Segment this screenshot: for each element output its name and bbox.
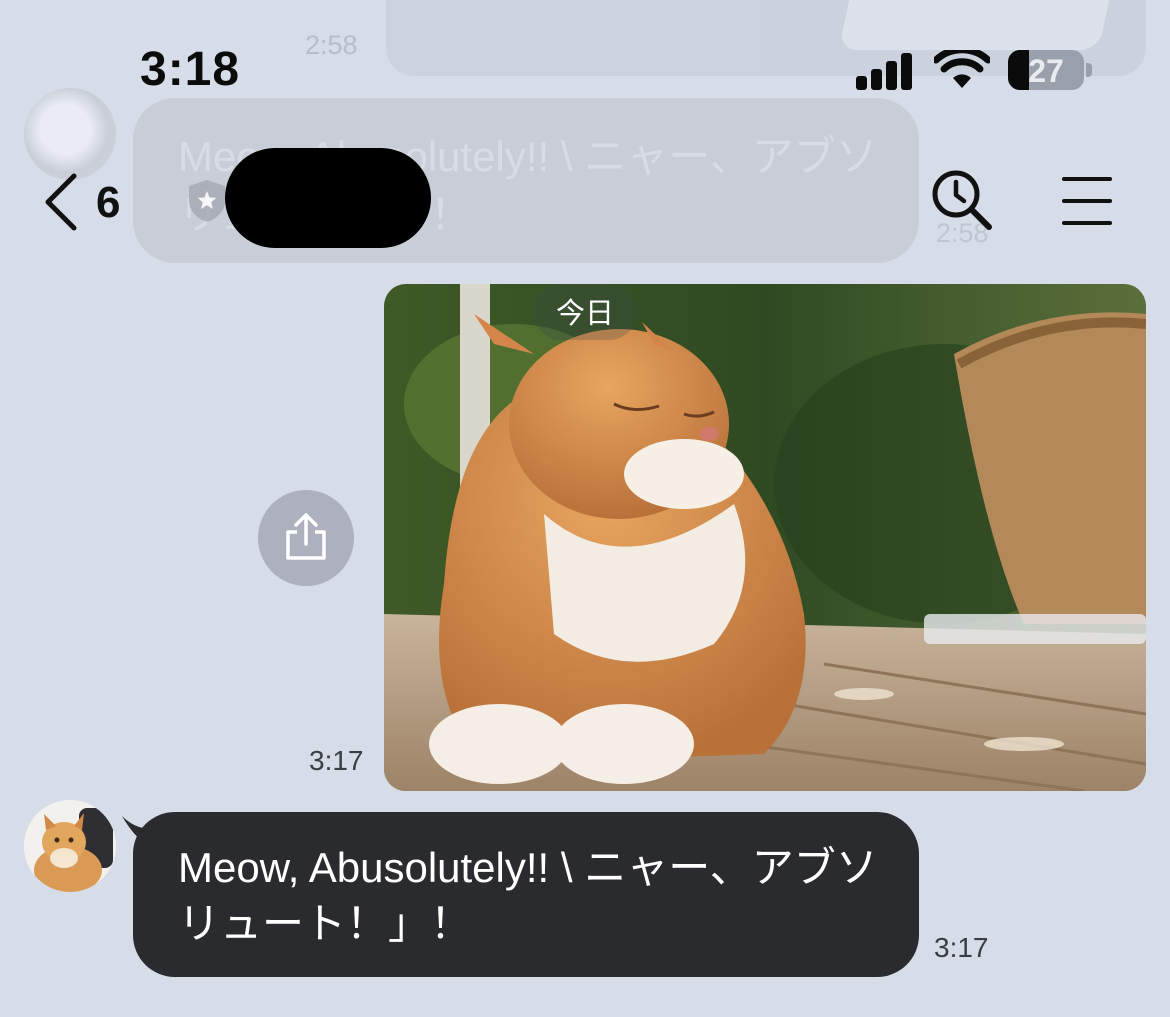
sender-avatar[interactable] <box>24 800 116 892</box>
back-chevron-icon <box>45 173 77 231</box>
image-message-time: 3:17 <box>309 745 364 776</box>
shield-star-icon <box>189 180 225 222</box>
chat-title-redacted <box>225 148 431 248</box>
hamburger-menu-icon[interactable] <box>1060 174 1114 228</box>
battery-tip <box>1086 63 1092 77</box>
share-button[interactable] <box>258 490 354 586</box>
cat-photo-message[interactable] <box>384 284 1146 791</box>
previous-avatar <box>24 88 116 180</box>
unread-count: 6 <box>96 178 121 227</box>
date-separator: 今日 <box>533 284 637 340</box>
battery-level: 27 <box>1028 53 1064 89</box>
incoming-message-text: Meow, Abusolutely!! \ ニャー、アブソリュート！」！ <box>178 844 878 947</box>
signal-icon <box>856 52 914 90</box>
clock-search-icon[interactable] <box>930 168 994 232</box>
status-time: 3:18 <box>140 43 241 96</box>
incoming-message-bubble[interactable]: Meow, Abusolutely!! \ ニャー、アブソリュート！」！ <box>133 812 919 977</box>
back-button[interactable]: 6 <box>38 172 138 232</box>
battery-icon: 27 <box>1008 50 1084 90</box>
share-icon <box>286 513 326 560</box>
previous-timestamp: 2:58 <box>305 30 358 60</box>
wifi-icon <box>934 50 990 88</box>
incoming-message-time: 3:17 <box>934 932 989 963</box>
